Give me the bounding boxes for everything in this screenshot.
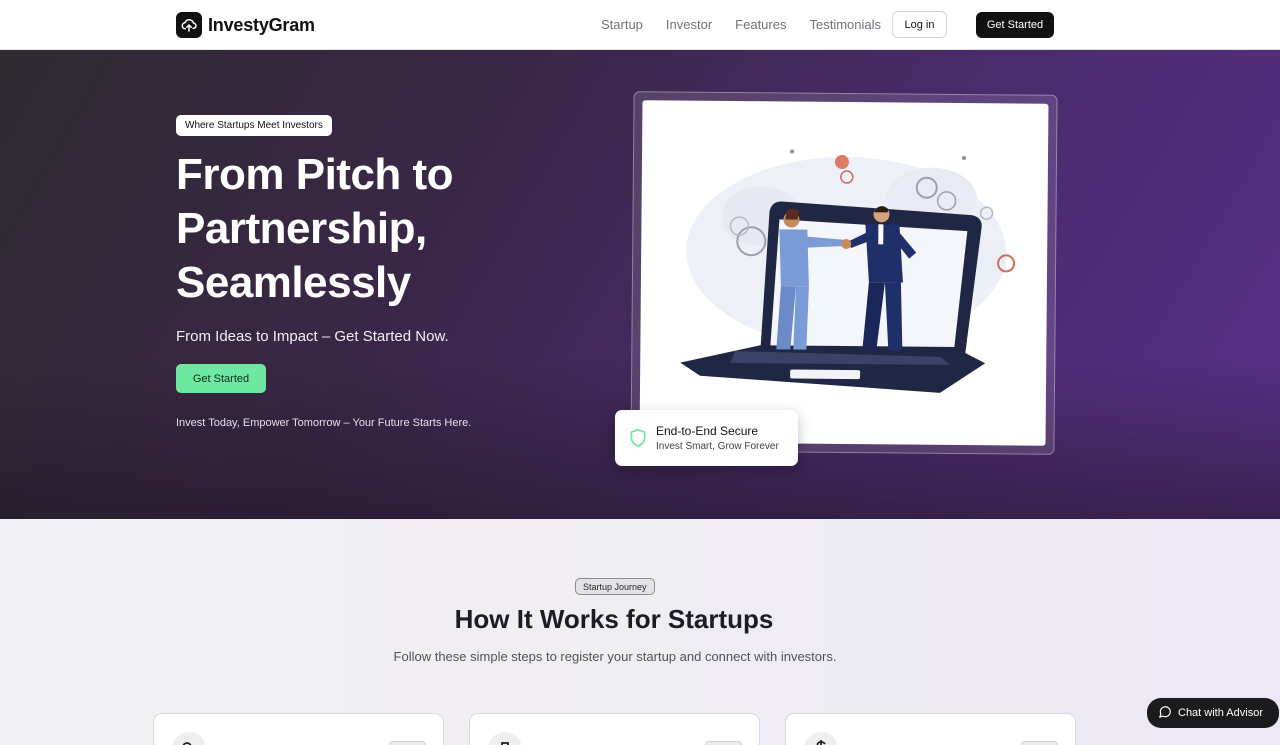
step-number-badge [1021, 741, 1058, 745]
step-card-3[interactable] [785, 713, 1076, 745]
how-subtitle: Follow these simple steps to register yo… [393, 649, 837, 664]
hero-section: Where Startups Meet Investors From Pitch… [0, 50, 1280, 519]
step-number-badge [389, 741, 426, 745]
hero-title: From Pitch to Partnership, Seamlessly [176, 150, 454, 307]
brand[interactable]: InvestyGram [176, 12, 315, 38]
nav-link-investor[interactable]: Investor [666, 17, 712, 32]
how-badge: Startup Journey [575, 578, 655, 595]
dollar-icon [804, 732, 838, 745]
upload-cloud-icon [176, 12, 202, 38]
handshake-illustration [639, 100, 1049, 446]
step-card-1[interactable] [153, 713, 444, 745]
brand-name: InvestyGram [208, 14, 315, 35]
how-it-works-section: Startup Journey How It Works for Startup… [0, 519, 1280, 745]
secure-card: End-to-End Secure Invest Smart, Grow For… [615, 410, 798, 466]
secure-card-title: End-to-End Secure [656, 424, 759, 438]
user-plus-icon [172, 732, 206, 745]
hero-badge: Where Startups Meet Investors [176, 115, 332, 136]
nav-get-started-button[interactable]: Get Started [976, 12, 1054, 38]
hero-subtitle: From Ideas to Impact – Get Started Now. [176, 328, 449, 345]
nav-link-testimonials[interactable]: Testimonials [809, 17, 881, 32]
hero-tagline: Invest Today, Empower Tomorrow – Your Fu… [176, 417, 472, 429]
nav-link-features[interactable]: Features [735, 17, 786, 32]
step-card-2[interactable] [469, 713, 760, 745]
hero-image-frame [630, 91, 1058, 455]
nav-links: Startup Investor Features Testimonials [601, 17, 881, 32]
secure-card-subtitle: Invest Smart, Grow Forever [656, 441, 779, 452]
step-number-badge [705, 741, 742, 745]
briefcase-icon [488, 732, 522, 745]
how-title: How It Works for Startups [454, 604, 774, 634]
chat-with-advisor-button[interactable]: Chat with Advisor [1147, 698, 1279, 728]
hero-get-started-button[interactable]: Get Started [176, 364, 266, 393]
message-circle-icon [1158, 705, 1172, 722]
nav-link-startup[interactable]: Startup [601, 17, 643, 32]
top-nav: InvestyGram Startup Investor Features Te… [0, 0, 1280, 50]
login-button[interactable]: Log in [892, 11, 947, 38]
shield-icon [628, 427, 648, 454]
chat-label: Chat with Advisor [1178, 707, 1263, 719]
